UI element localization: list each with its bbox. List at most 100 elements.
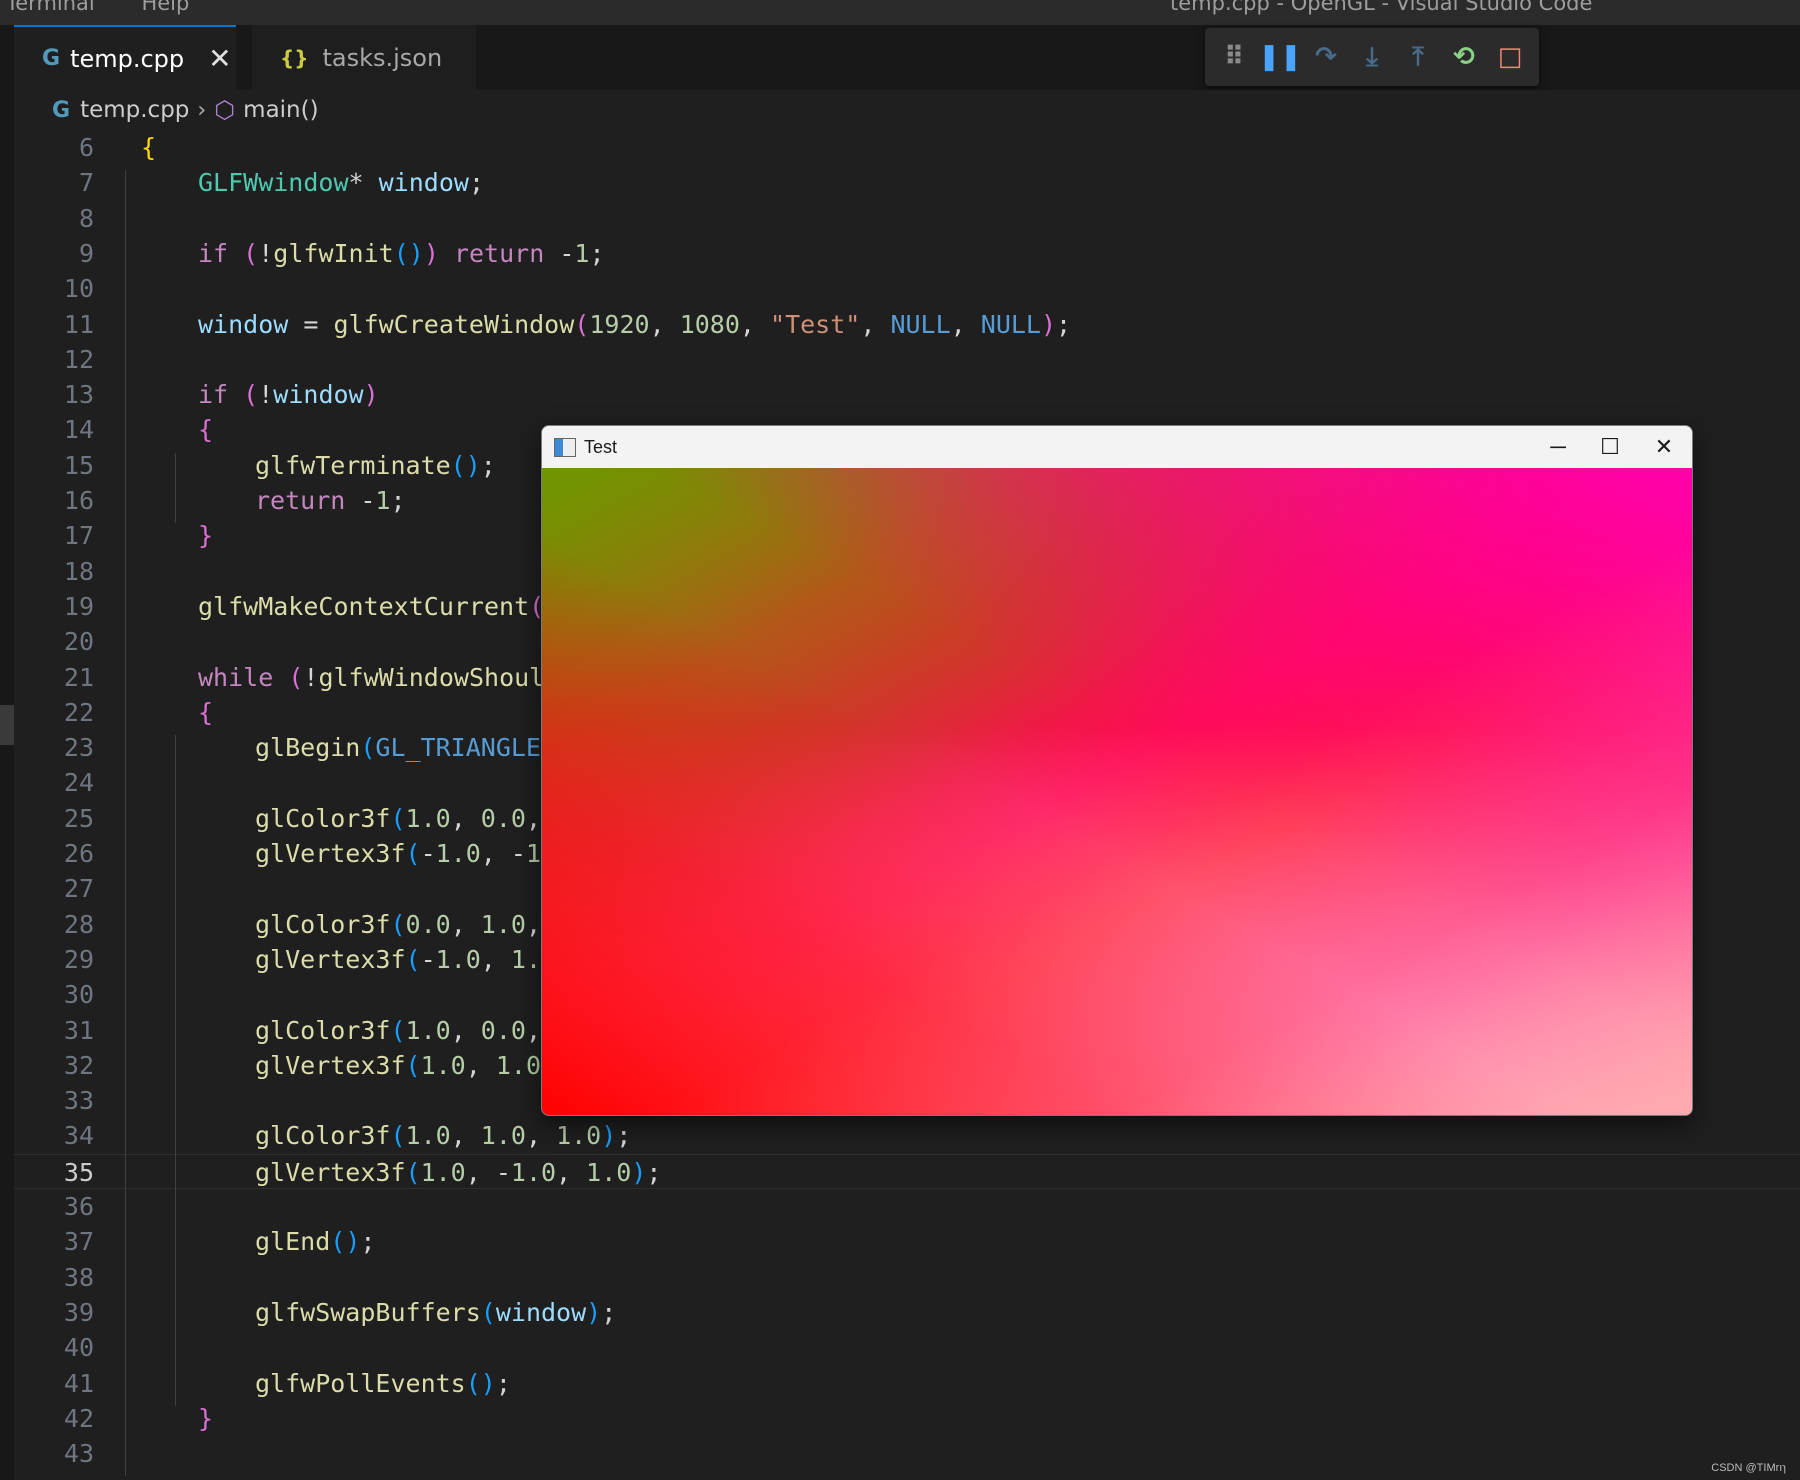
breadcrumb: G temp.cpp › ⬡ main(): [14, 90, 1800, 130]
code-line[interactable]: 37 glEnd();: [14, 1224, 1800, 1259]
code-text: glfwPollEvents();: [255, 1366, 511, 1401]
code-token: 1.0: [556, 1121, 602, 1151]
app-window-icon: [554, 438, 576, 457]
code-token: ,: [450, 1121, 481, 1151]
code-line[interactable]: 38: [14, 1260, 1800, 1295]
code-token: ,: [480, 944, 511, 974]
step-over-icon[interactable]: ↷: [1308, 39, 1344, 75]
code-token: (): [450, 450, 481, 480]
restart-icon[interactable]: ⟲: [1446, 39, 1482, 75]
line-number: 24: [63, 768, 94, 798]
breadcrumb-file[interactable]: temp.cpp: [80, 97, 189, 123]
code-token: !: [258, 238, 274, 268]
code-token: return: [453, 238, 545, 268]
menu-terminal[interactable]: Terminal: [6, 0, 95, 15]
code-line[interactable]: 6{: [14, 130, 1800, 165]
code-token: (): [330, 1227, 361, 1257]
code-token: !: [258, 380, 274, 410]
breadcrumb-symbol[interactable]: main(): [243, 97, 318, 123]
indent-guide: [175, 735, 176, 1406]
code-token: ;: [360, 1227, 376, 1257]
code-text: window = glfwCreateWindow(1920, 1080, "T…: [198, 307, 1071, 342]
code-text: }: [198, 518, 213, 553]
code-token: (: [390, 1121, 406, 1151]
code-token: ,: [450, 909, 481, 939]
stop-icon[interactable]: □: [1492, 39, 1528, 75]
code-token: (): [465, 1368, 496, 1398]
line-number: 27: [63, 874, 94, 904]
step-into-icon[interactable]: ⤓: [1354, 39, 1390, 75]
code-token: 0.0: [480, 803, 526, 833]
code-token: if: [198, 380, 229, 410]
code-token: glVertex3f: [255, 839, 406, 868]
code-line[interactable]: 43: [14, 1436, 1800, 1471]
code-token: -: [420, 944, 436, 974]
code-line[interactable]: 10: [14, 271, 1800, 306]
line-number: 25: [63, 803, 94, 833]
code-line[interactable]: 36: [14, 1189, 1800, 1224]
code-line[interactable]: 11 window = glfwCreateWindow(1920, 1080, …: [14, 307, 1800, 342]
code-token: 1.0: [405, 1015, 451, 1045]
close-icon[interactable]: ✕: [208, 42, 231, 75]
maximize-button[interactable]: ☐: [1587, 430, 1633, 464]
code-line[interactable]: 8: [14, 201, 1800, 236]
code-token: ,: [525, 803, 542, 833]
code-token: 0.0: [480, 1015, 526, 1045]
code-token: (: [288, 662, 304, 692]
code-line[interactable]: 13 if (!window): [14, 377, 1800, 412]
code-line[interactable]: 42}: [14, 1401, 1800, 1436]
drag-handle-icon[interactable]: ⠿: [1216, 39, 1252, 75]
line-number: 22: [63, 697, 94, 727]
code-token: ;: [495, 1368, 511, 1398]
glfw-window[interactable]: Test ─ ☐ ✕: [541, 425, 1693, 1116]
code-line[interactable]: 34 glColor3f(1.0, 1.0, 1.0);: [14, 1118, 1800, 1153]
minimize-button[interactable]: ─: [1535, 430, 1581, 464]
code-line[interactable]: 40: [14, 1330, 1800, 1365]
code-line[interactable]: 39 glfwSwapBuffers(window);: [14, 1295, 1800, 1330]
code-token: window: [378, 168, 469, 198]
code-line[interactable]: 41 glfwPollEvents();: [14, 1366, 1800, 1401]
step-out-icon[interactable]: ⤒: [1400, 39, 1436, 75]
code-line[interactable]: 7 GLFWwindow* window;: [14, 165, 1800, 200]
code-text: glColor3f(0.0, 1.0,: [255, 907, 541, 942]
cpp-file-icon: G: [52, 97, 71, 123]
line-number: 26: [63, 839, 94, 868]
code-token: ;: [390, 486, 406, 515]
code-line[interactable]: 12: [14, 342, 1800, 377]
line-number: 20: [63, 627, 94, 657]
code-text: GLFWwindow* window;: [198, 165, 484, 200]
line-number: 7: [78, 168, 94, 198]
line-number: 23: [63, 733, 94, 763]
code-token: glBegin: [255, 733, 361, 763]
tab-temp-cpp[interactable]: G temp.cpp ✕: [14, 25, 236, 90]
close-icon: ✕: [1654, 434, 1674, 459]
code-token: (: [405, 1050, 421, 1080]
code-line[interactable]: 35 glVertex3f(1.0, -1.0, 1.0);: [14, 1153, 1800, 1189]
code-token: ,: [525, 1015, 542, 1045]
glfw-window-titlebar[interactable]: Test ─ ☐ ✕: [542, 426, 1692, 468]
close-button[interactable]: ✕: [1641, 430, 1687, 464]
code-text: glfwSwapBuffers(window);: [255, 1295, 616, 1330]
code-token: 1080: [679, 309, 740, 339]
code-text: {: [198, 695, 213, 730]
tab-label: temp.cpp: [70, 44, 185, 73]
line-number: 30: [63, 980, 94, 1010]
code-token: 1.0: [420, 1050, 466, 1080]
code-token: 1.0: [420, 1157, 466, 1187]
code-token: glfwInit: [273, 238, 394, 268]
code-line[interactable]: 9 if (!glfwInit()) return -1;: [14, 236, 1800, 271]
line-number: 34: [63, 1121, 94, 1151]
code-text: glColor3f(1.0, 0.0,: [255, 801, 541, 836]
code-token: "Test": [770, 309, 861, 339]
menu-help[interactable]: Help: [141, 0, 189, 15]
code-token: window: [198, 309, 289, 339]
pause-icon[interactable]: ❚❚: [1258, 39, 1302, 75]
code-token: 1.0: [480, 909, 526, 939]
watermark: CSDN @TIMrıɿ: [1711, 1462, 1786, 1474]
line-number: 36: [63, 1192, 94, 1221]
code-token: ,: [465, 1050, 496, 1080]
tab-tasks-json[interactable]: {} tasks.json: [252, 25, 476, 90]
code-token: -: [544, 238, 575, 268]
code-text: glVertex3f(1.0, 1.0,: [255, 1048, 556, 1083]
